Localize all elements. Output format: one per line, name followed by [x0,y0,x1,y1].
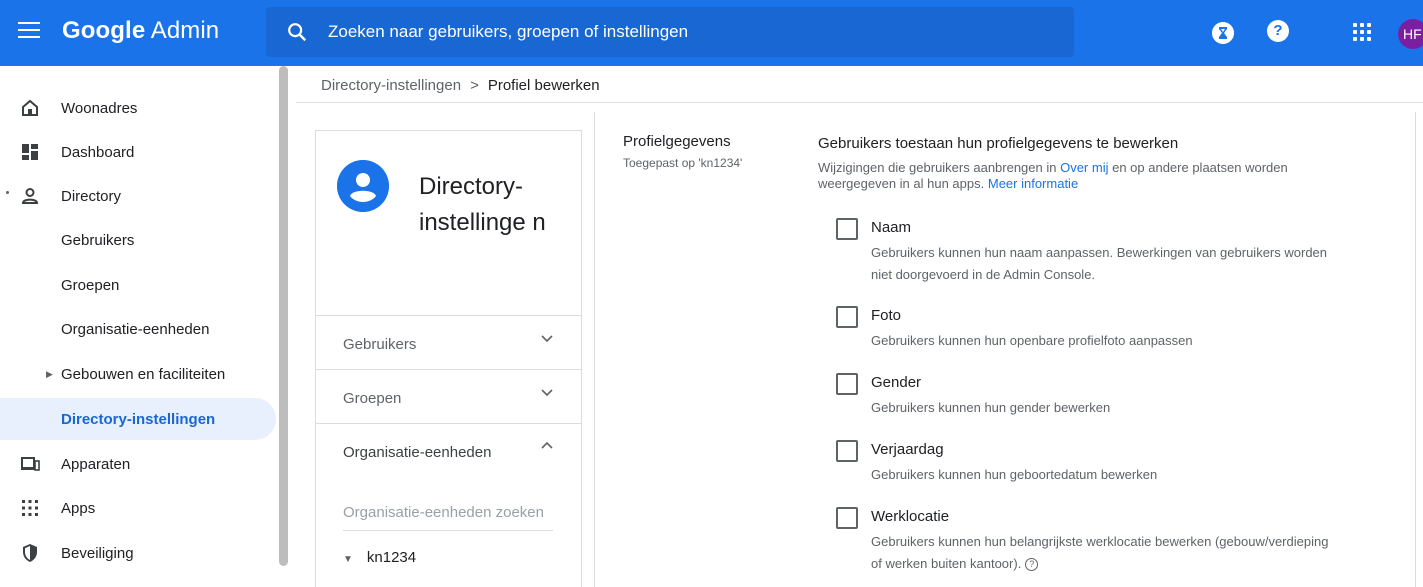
gender-checkbox[interactable] [836,373,858,395]
breadcrumb: Directory-instellingen > Profiel bewerken [321,77,600,94]
sidebar-item-apps[interactable]: Apps [0,487,276,529]
sidebar-item-label: Gebouwen en faciliteiten [61,365,226,383]
option-description: Gebruikers kunnen hun belangrijkste werk… [871,531,1331,575]
chevron-down-icon[interactable] [540,331,554,345]
shield-icon [23,544,37,562]
foto-checkbox[interactable] [836,306,858,328]
sidebar-item-label: Woonadres [61,99,138,117]
over-mij-link[interactable]: Over mij [1060,160,1108,175]
caret-down-icon[interactable]: ▼ [343,554,353,565]
option-description: Gebruikers kunnen hun naam aanpassen. Be… [871,245,1328,282]
person-icon [21,188,39,204]
section-applied: Toegepast op 'kn1234' [623,156,743,170]
sidebar-item-label: Apparaten [61,455,131,473]
search-bar[interactable]: Zoeken naar gebruikers, groepen of inste… [266,7,1074,57]
verjaardag-checkbox[interactable] [836,440,858,462]
option-description: Gebruikers kunnen hun openbare profielfo… [871,333,1193,348]
breadcrumb-current: Profiel bewerken [487,77,600,94]
divider [594,112,595,587]
option-title: Foto [871,307,902,324]
sidebar-item-label: Dashboard [61,143,135,161]
sidebar-item-label: Groepen [61,276,120,294]
sidebar-item-gebruikers[interactable]: Gebruikers [0,219,276,261]
divider [296,102,1423,103]
sidebar-item-label: Directory [61,187,122,205]
meer-informatie-link[interactable]: Meer informatie [988,176,1078,191]
chevron-down-icon[interactable] [540,385,554,399]
apps-icon [22,500,38,516]
option-description-text: Gebruikers kunnen hun belangrijkste werk… [871,534,1329,571]
avatar[interactable]: HF [1398,19,1423,49]
sidebar-item-beveiliging[interactable]: Beveiliging [0,532,276,574]
ou-tree-item[interactable]: ▼ kn1234 [343,549,416,566]
chevron-up-icon[interactable] [540,439,554,453]
option-description: Gebruikers kunnen hun geboortedatum bewe… [871,467,1158,482]
sidebar-scrollbar[interactable] [279,66,288,566]
sidebar-item-woonadres[interactable]: Woonadres [0,87,276,129]
ou-search-input[interactable]: Organisatie-eenheden zoeken [343,504,553,531]
breadcrumb-separator: > [470,77,479,94]
hourglass-icon[interactable] [1212,22,1234,44]
settings-card: Directory-instellinge n Gebruikers Groep… [315,130,582,587]
brand-google: Google [62,17,146,44]
naam-checkbox[interactable] [836,218,858,240]
top-bar: Google Admin Zoeken naar gebruikers, gro… [0,0,1423,66]
option-description: Gebruikers kunnen hun gender bewerken [871,400,1111,415]
sidebar-item-label: Organisatie-eenheden [61,320,210,338]
home-icon [22,99,38,116]
expand-dot-icon [6,191,9,194]
apps-launcher-icon[interactable] [1353,23,1371,41]
card-section-gebruikers[interactable]: Gebruikers [316,315,581,369]
sidebar-item-groepen[interactable]: Groepen [0,264,276,306]
sidebar-item-apparaten[interactable]: Apparaten [0,443,276,485]
search-input[interactable]: Zoeken naar gebruikers, groepen of inste… [328,22,688,42]
option-title: Gender [871,374,922,391]
werklocatie-checkbox[interactable] [836,507,858,529]
caret-right-icon[interactable]: ▶ [46,369,53,380]
sidebar-item-label: Gebruikers [61,231,135,249]
sidebar-item-label: Directory-instellingen [61,410,216,428]
card-section-label: Gebruikers [343,336,417,353]
sidebar-item-organisatie-eenheden[interactable]: Organisatie-eenheden [0,308,276,350]
card-section-label: Organisatie-eenheden [343,444,492,461]
card-section-organisatie-eenheden[interactable]: Organisatie-eenheden [316,423,581,477]
sidebar: Woonadres Dashboard Directory Gebruikers… [0,66,290,587]
card-section-label: Groepen [343,390,402,407]
divider [1415,112,1416,587]
dashboard-icon [22,144,38,160]
option-title: Werklocatie [871,508,950,525]
card-section-groepen[interactable]: Groepen [316,369,581,423]
sidebar-item-directory[interactable]: Directory [0,175,276,217]
devices-icon [21,457,40,471]
main-menu-icon[interactable] [18,22,40,44]
help-outline-icon[interactable]: ? [1025,558,1039,571]
setting-description: Wijzigingen die gebruikers aanbrengen in… [818,160,1338,192]
google-admin-logo[interactable]: Google Admin [62,17,219,45]
breadcrumb-parent[interactable]: Directory-instellingen [321,77,461,94]
sidebar-item-directory-instellingen[interactable]: Directory-instellingen [0,398,276,440]
section-title: Profielgegevens [623,133,731,150]
ou-tree-item-label: kn1234 [366,549,417,566]
option-title: Verjaardag [871,441,944,458]
setting-desc-text: Wijzigingen die gebruikers aanbrengen in [818,160,1061,175]
help-icon[interactable]: ? [1267,20,1289,42]
setting-title: Gebruikers toestaan hun profielgegevens … [818,135,1179,152]
card-title: Directory-instellinge n [419,173,546,236]
sidebar-item-label: Apps [61,499,96,517]
search-icon[interactable] [286,21,308,43]
sidebar-item-label: Beveiliging [61,544,134,562]
account-circle-icon [337,160,389,212]
brand-admin: Admin [150,17,220,44]
option-title: Naam [871,219,912,236]
sidebar-item-gebouwen[interactable]: ▶ Gebouwen en faciliteiten [0,353,276,395]
sidebar-item-dashboard[interactable]: Dashboard [0,131,276,173]
